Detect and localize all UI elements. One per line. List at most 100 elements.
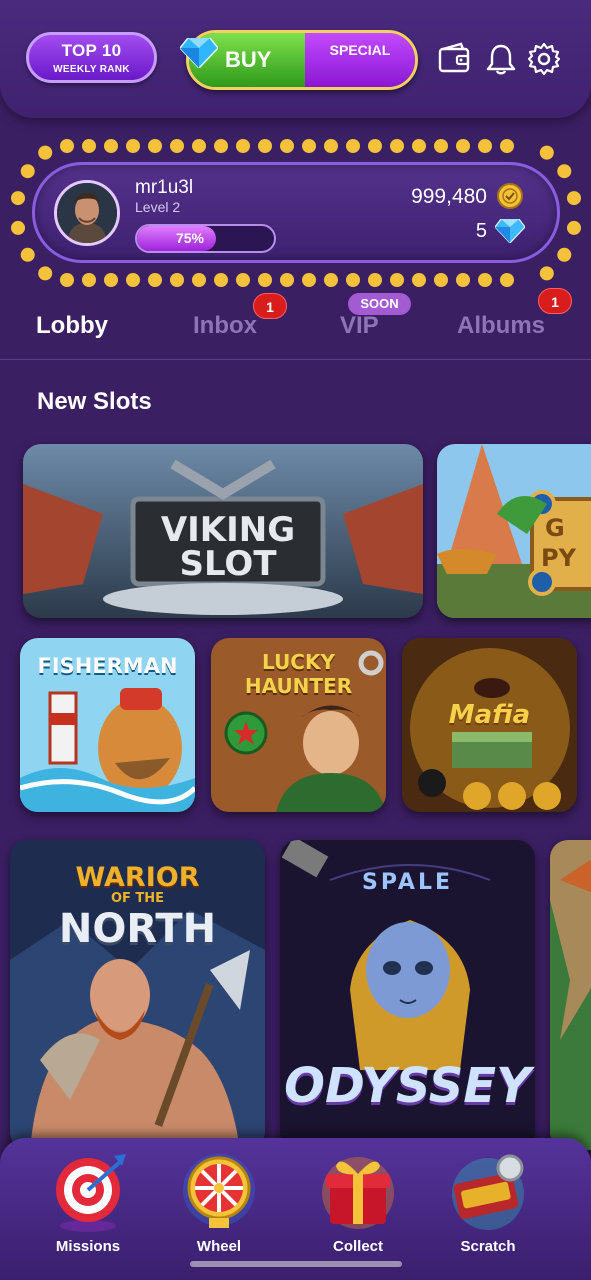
marquee-light-dot	[192, 273, 206, 287]
game-tile-mafia[interactable]: Mafia	[402, 638, 577, 812]
wheel-icon	[183, 1154, 255, 1228]
username: mr1u3l	[135, 177, 194, 198]
fisherman-title: FISHERMAN	[37, 654, 178, 678]
marquee-light-dot	[280, 139, 294, 153]
player-level: Level 2	[135, 199, 181, 215]
marquee-light-dot	[20, 164, 35, 179]
marquee-light-dot	[390, 139, 404, 153]
marquee-light-dot	[566, 191, 581, 206]
nav-missions-label: Missions	[55, 1238, 121, 1255]
marquee-light-dot	[456, 139, 470, 153]
target-icon	[56, 1154, 126, 1232]
mafia-title: Mafia	[448, 700, 531, 730]
marquee-light-dot	[11, 220, 26, 235]
marquee-light-dot	[38, 266, 53, 281]
vip-soon-tag: SOON	[348, 293, 411, 315]
diamond-icon	[495, 219, 525, 243]
coin-icon	[497, 183, 523, 209]
marquee-light-dot	[126, 139, 140, 153]
pyramid-title-line2: PY	[541, 544, 576, 572]
marquee-light-dot	[104, 273, 118, 287]
space-title-line1: SPALE	[361, 870, 454, 895]
marquee-light-dot	[104, 139, 118, 153]
marquee-light-dot	[566, 220, 581, 235]
marquee-light-dot	[148, 273, 162, 287]
marquee-light-dot	[214, 273, 228, 287]
profile-card[interactable]: mr1u3l Level 2 75% 999,480 5	[32, 162, 560, 263]
nav-collect[interactable]: Collect	[303, 1148, 413, 1258]
tab-lobby[interactable]: Lobby	[36, 312, 108, 340]
nav-scratch[interactable]: Scratch	[433, 1148, 543, 1258]
space-title-line2: ODYSSEY	[284, 1058, 531, 1114]
marquee-light-dot	[390, 273, 404, 287]
game-tile-lucky-haunter[interactable]: LUCKY HAUNTER	[211, 638, 386, 812]
pyramid-title-line1: G	[545, 514, 565, 542]
marquee-light-dot	[236, 273, 250, 287]
lucky-title-line1: LUCKY	[262, 650, 335, 674]
gem-balance: 5	[475, 220, 487, 242]
avatar-portrait-icon	[57, 183, 117, 243]
warrior-title-line2: OF THE	[110, 891, 165, 906]
marquee-light-dot	[557, 247, 572, 262]
marquee-light-dot	[82, 139, 96, 153]
bottom-nav-bar: Missions Wheel Collect Scratch	[0, 1138, 591, 1280]
marquee-light-dot	[11, 191, 26, 206]
marquee-light-dot	[60, 273, 74, 287]
game-tile-warrior-of-the-north[interactable]: WARIOR OF THE NORTH	[10, 840, 265, 1150]
marquee-light-dot	[148, 139, 162, 153]
marquee-light-dot	[214, 139, 228, 153]
nav-wheel[interactable]: Wheel	[164, 1148, 274, 1258]
marquee-light-dot	[346, 139, 360, 153]
marquee-light-dot	[557, 164, 572, 179]
tab-vip[interactable]: VIP	[340, 312, 379, 340]
marquee-light-dot	[500, 273, 514, 287]
marquee-light-dot	[434, 139, 448, 153]
marquee-light-dot	[412, 273, 426, 287]
marquee-light-dot	[302, 273, 316, 287]
section-title: New Slots	[37, 388, 152, 415]
game-tile-pyramid[interactable]: G PY	[437, 444, 591, 618]
marquee-light-dot	[456, 273, 470, 287]
game-tile-partial[interactable]	[550, 840, 591, 1150]
avatar[interactable]	[54, 180, 120, 246]
xp-progress-bar: 75%	[135, 224, 276, 253]
lobby-tabs: Lobby Inbox VIP Albums	[0, 296, 591, 360]
home-indicator	[190, 1261, 402, 1267]
marquee-light-dot	[20, 247, 35, 262]
game-tile-fisherman[interactable]: FISHERMAN	[20, 638, 195, 812]
marquee-light-dot	[170, 139, 184, 153]
nav-missions[interactable]: Missions	[33, 1148, 143, 1258]
marquee-light-dot	[478, 139, 492, 153]
marquee-light-dot	[38, 145, 53, 160]
tab-albums[interactable]: Albums	[457, 312, 545, 340]
viking-title-line2: SLOT	[179, 544, 277, 584]
nav-scratch-label: Scratch	[460, 1238, 516, 1255]
marquee-light-dot	[412, 139, 426, 153]
marquee-light-dot	[60, 139, 74, 153]
game-tile-viking-slot[interactable]: VIKING SLOT	[23, 444, 423, 618]
game-tile-space-odyssey[interactable]: SPALE ODYSSEY	[280, 840, 535, 1150]
marquee-light-dot	[346, 273, 360, 287]
marquee-light-dot	[324, 273, 338, 287]
xp-progress-text: 75%	[175, 230, 205, 246]
marquee-light-dot	[236, 139, 250, 153]
coin-balance: 999,480	[411, 185, 487, 208]
tab-inbox[interactable]: Inbox	[193, 312, 257, 340]
inbox-badge: 1	[253, 293, 287, 319]
lucky-title-line2: HAUNTER	[244, 674, 353, 698]
partial-slot-art	[550, 840, 591, 1150]
marquee-light-dot	[258, 273, 272, 287]
warrior-title-line3: NORTH	[58, 906, 217, 952]
marquee-light-dot	[192, 139, 206, 153]
marquee-light-dot	[302, 139, 316, 153]
marquee-light-dot	[500, 139, 514, 153]
marquee-light-dot	[368, 139, 382, 153]
gift-icon	[322, 1157, 394, 1229]
marquee-light-dot	[434, 273, 448, 287]
marquee-light-dot	[539, 266, 554, 281]
marquee-light-dot	[82, 273, 96, 287]
albums-badge: 1	[538, 288, 572, 314]
scratch-card-icon	[452, 1154, 524, 1230]
marquee-light-dot	[368, 273, 382, 287]
marquee-light-dot	[280, 273, 294, 287]
